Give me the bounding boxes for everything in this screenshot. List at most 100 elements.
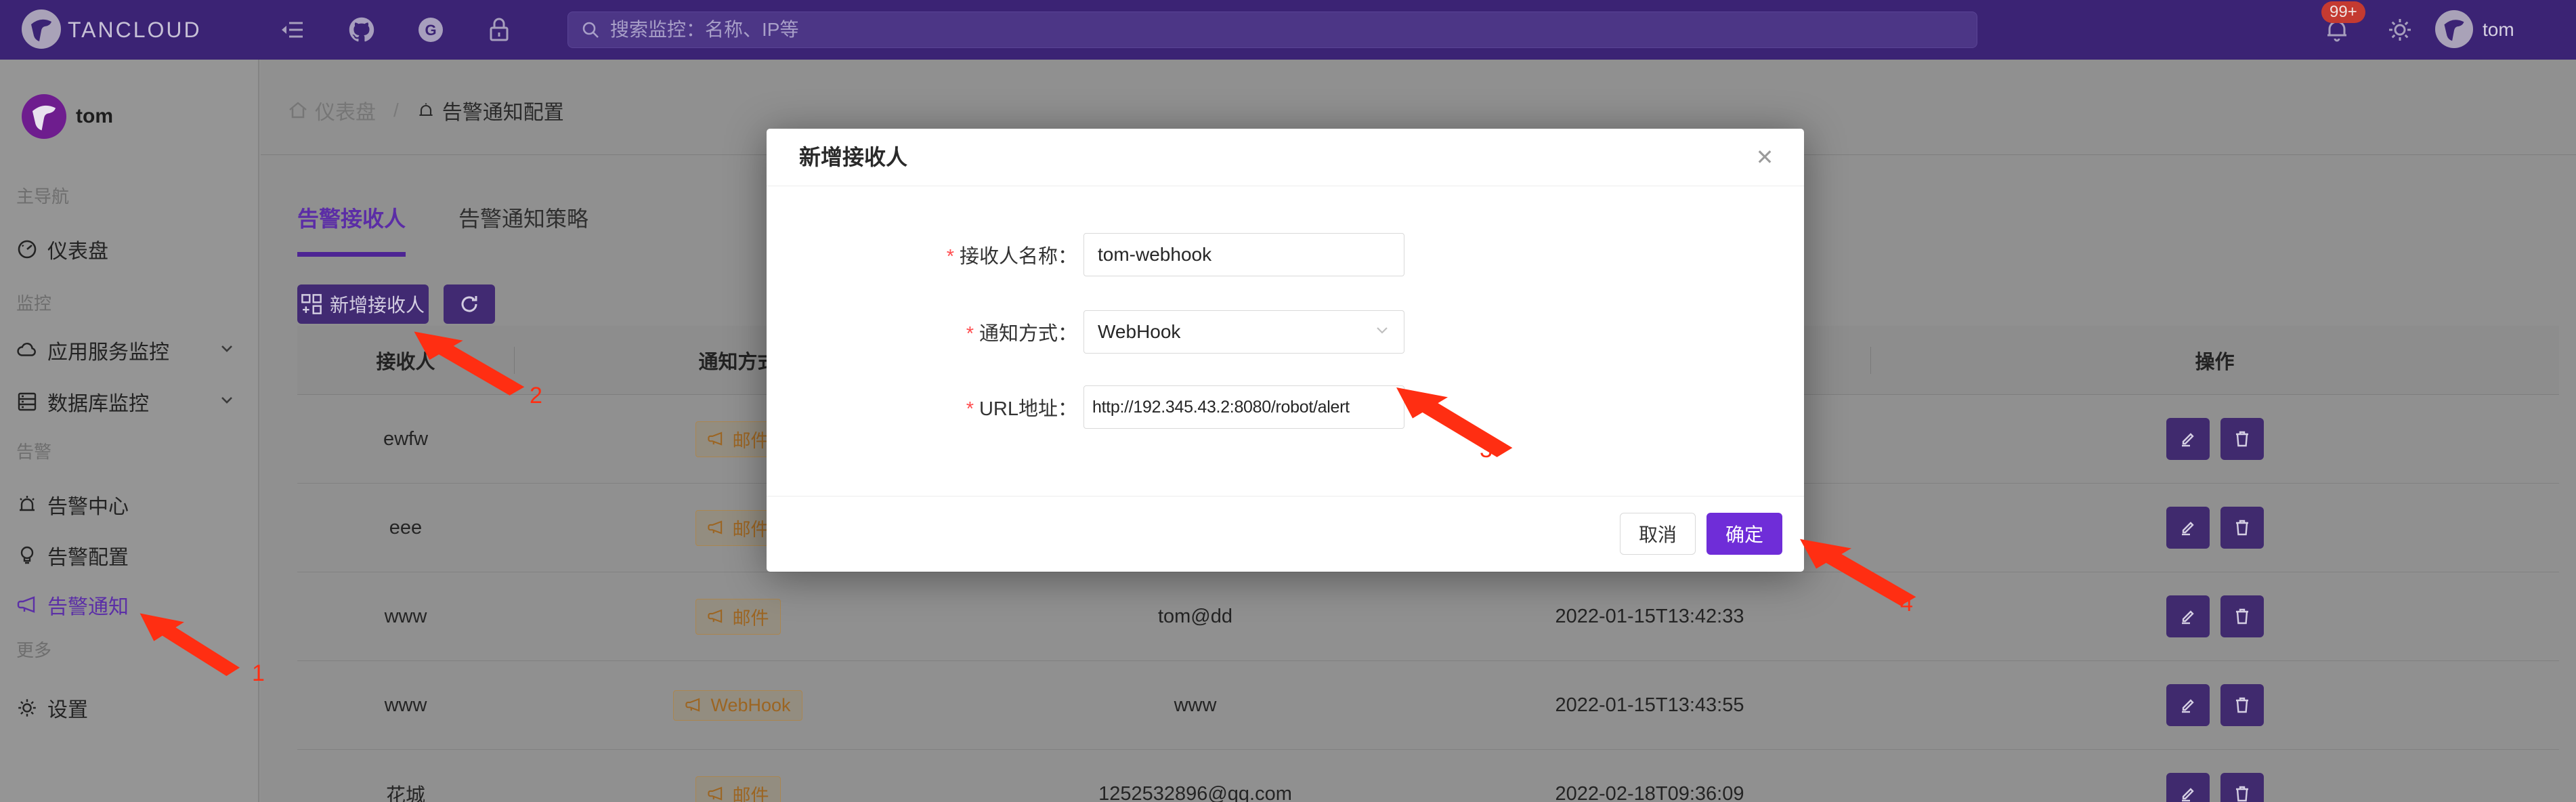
delete-button[interactable] — [2220, 418, 2264, 460]
edit-button[interactable] — [2166, 595, 2210, 637]
tab-alert-receivers[interactable]: 告警接收人 — [297, 202, 406, 257]
delete-button[interactable] — [2220, 595, 2264, 637]
chevron-down-icon — [1374, 321, 1390, 343]
edit-button[interactable] — [2166, 773, 2210, 802]
megaphone-icon — [707, 785, 725, 802]
field-label: *接收人名称： — [947, 240, 1077, 269]
breadcrumb-home[interactable]: 仪表盘 — [288, 96, 376, 125]
tancloud-logo-icon[interactable] — [22, 9, 61, 49]
table-row: www 邮件 tom@dd 2022-01-15T13:42:33 — [297, 572, 2559, 661]
sidebar-item-settings[interactable]: 设置 — [0, 689, 258, 727]
pencil-icon — [2178, 784, 2198, 802]
cloud-icon — [16, 339, 38, 361]
sidebar-group-main: 主导航 — [16, 177, 69, 215]
search-input[interactable] — [610, 19, 1965, 41]
modal-footer: 取消 确定 — [767, 496, 1804, 572]
step-label-4: 4 — [1900, 591, 1913, 617]
lock-icon[interactable] — [488, 0, 511, 60]
step-arrow-1 — [134, 610, 251, 683]
field-label: *通知方式： — [966, 318, 1077, 346]
method-badge: 邮件 — [695, 776, 781, 802]
sidebar-group-more: 更多 — [16, 631, 51, 669]
megaphone-icon — [707, 430, 725, 448]
sidebar-item-label: 告警配置 — [47, 541, 129, 570]
trash-icon — [2232, 606, 2252, 627]
app-title: TANCLOUD — [68, 0, 202, 60]
delete-button[interactable] — [2220, 684, 2264, 726]
gitee-icon[interactable]: G — [418, 0, 444, 60]
add-receiver-modal: 新增接收人 ✕ *接收人名称： *通知方式： WebHook *URL地址： 取… — [767, 129, 1804, 572]
megaphone-icon — [707, 608, 725, 625]
cell-email: www — [962, 661, 1429, 749]
method-badge: 邮件 — [695, 599, 781, 635]
sidebar-item-app-service-monitor[interactable]: 应用服务监控 — [0, 331, 258, 369]
sidebar-item-database-monitor[interactable]: 数据库监控 — [0, 383, 258, 421]
sidebar-item-label: 设置 — [47, 693, 88, 723]
github-icon[interactable] — [349, 0, 374, 60]
receiver-name-input[interactable] — [1083, 233, 1404, 276]
trash-icon — [2232, 518, 2252, 538]
delete-button[interactable] — [2220, 507, 2264, 549]
cell-receiver: www — [297, 572, 514, 660]
cell-receiver: 花城 — [297, 750, 514, 802]
field-url: *URL地址： — [767, 385, 1804, 429]
bulb-icon — [16, 545, 38, 566]
cell-email: tom@dd — [962, 572, 1429, 660]
search-bar[interactable] — [567, 12, 1977, 48]
megaphone-icon — [16, 594, 38, 616]
gear-icon[interactable] — [2386, 0, 2413, 60]
cell-receiver: www — [297, 661, 514, 749]
refresh-button[interactable] — [444, 284, 495, 324]
table-row: www WebHook www 2022-01-15T13:43:55 — [297, 661, 2559, 750]
add-receiver-button[interactable]: 新增接收人 — [297, 284, 429, 324]
chevron-down-icon — [219, 390, 235, 413]
sidebar-username: tom — [76, 94, 113, 139]
close-icon[interactable]: ✕ — [1750, 142, 1780, 172]
top-navbar: TANCLOUD G 99+ tom — [0, 0, 2576, 60]
sidebar: tom 主导航 仪表盘 监控 应用服务监控 数据库监控 — [0, 60, 259, 802]
url-input[interactable] — [1083, 385, 1404, 429]
delete-button[interactable] — [2220, 773, 2264, 802]
modal-title: 新增接收人 — [799, 129, 907, 186]
cell-receiver: eee — [297, 484, 514, 572]
menu-fold-icon[interactable] — [280, 0, 307, 60]
col-header-actions: 操作 — [1870, 326, 2559, 394]
method-badge: WebHook — [673, 690, 802, 721]
database-icon — [16, 391, 38, 413]
trash-icon — [2232, 695, 2252, 715]
user-avatar[interactable] — [2435, 10, 2473, 48]
edit-button[interactable] — [2166, 507, 2210, 549]
breadcrumb: 仪表盘 / 告警通知配置 — [288, 91, 564, 129]
required-asterisk: * — [966, 398, 974, 420]
step-arrow-2 — [408, 328, 536, 402]
notification-count-badge: 99+ — [2321, 1, 2365, 23]
trash-icon — [2232, 784, 2252, 802]
pencil-icon — [2178, 695, 2198, 715]
sidebar-item-dashboard[interactable]: 仪表盘 — [0, 230, 258, 268]
sidebar-item-alert-config[interactable]: 告警配置 — [0, 536, 258, 574]
step-label-1: 1 — [252, 660, 265, 687]
modal-header: 新增接收人 ✕ — [767, 129, 1804, 186]
cell-time: 2022-01-15T13:43:55 — [1429, 661, 1870, 749]
step-label-2: 2 — [530, 383, 542, 409]
tab-alert-notice-policy[interactable]: 告警通知策略 — [458, 202, 588, 257]
notice-method-select[interactable]: WebHook — [1083, 310, 1404, 354]
confirm-button[interactable]: 确定 — [1706, 513, 1782, 555]
sidebar-group-alert: 告警 — [16, 433, 51, 471]
sidebar-avatar[interactable] — [22, 94, 66, 139]
field-receiver-name: *接收人名称： — [767, 233, 1804, 276]
required-asterisk: * — [966, 323, 974, 345]
cell-email: 1252532896@qq.com — [962, 750, 1429, 802]
step-arrow-3 — [1390, 383, 1525, 465]
cancel-button[interactable]: 取消 — [1620, 513, 1696, 555]
sidebar-group-monitor: 监控 — [16, 284, 51, 322]
table-row: 花城 邮件 1252532896@qq.com 2022-02-18T09:36… — [297, 750, 2559, 802]
pencil-icon — [2178, 606, 2198, 627]
edit-button[interactable] — [2166, 684, 2210, 726]
pencil-icon — [2178, 429, 2198, 449]
plus-grid-icon — [301, 294, 322, 314]
trash-icon — [2232, 429, 2252, 449]
dashboard-icon — [16, 238, 38, 260]
edit-button[interactable] — [2166, 418, 2210, 460]
sidebar-item-alert-center[interactable]: 告警中心 — [0, 486, 258, 524]
